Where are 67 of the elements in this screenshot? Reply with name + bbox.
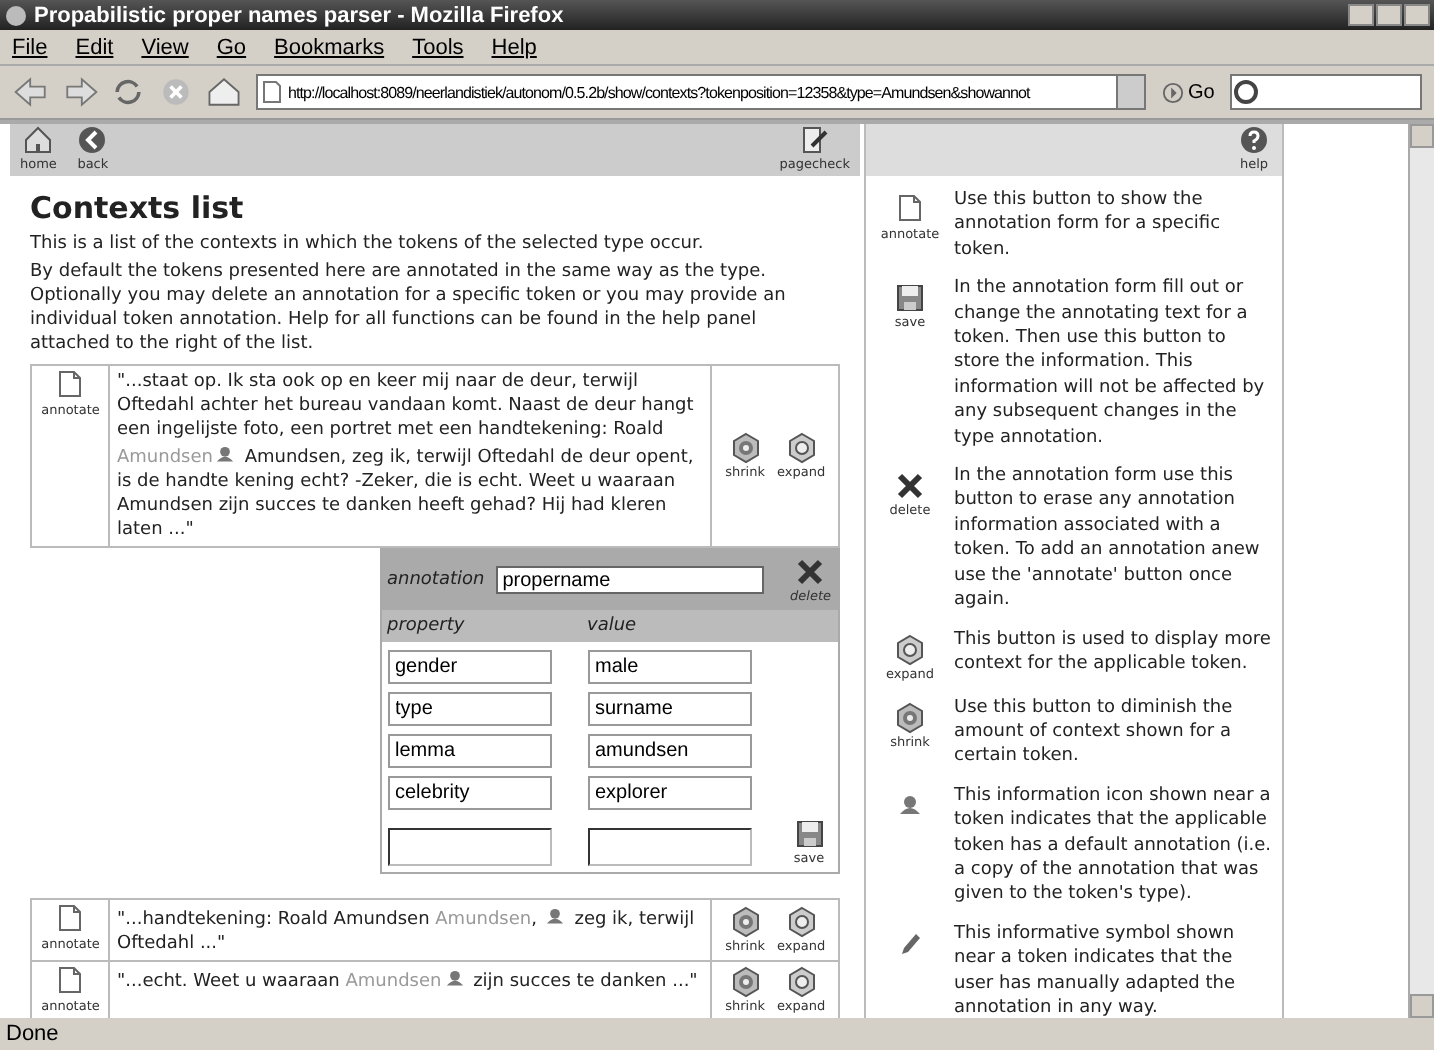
page-icon [54,966,87,998]
page-icon [262,80,282,104]
property-field[interactable]: type [387,692,551,726]
page-check-icon [798,124,831,156]
help-text: Use this button to diminish the amount of context shown for a certain token. [954,695,1235,770]
url-text: http://localhost:8089/neerlandistiek/autonom/0.5.2b/show/contexts?tokenposition=12358&type=Amundsen&showannot [288,83,1033,101]
search-engine-icon [1232,78,1261,106]
context-text: "...echt. Weet u waaraan Amundsen zijn succes te danken ..." [116,972,698,992]
scrollbar[interactable] [1408,124,1434,1018]
property-field[interactable] [387,828,551,866]
menu-item[interactable]: File [12,35,48,59]
browser-logo-icon [4,3,28,27]
menu-item[interactable]: Tools [412,35,464,59]
menu-item[interactable]: View [141,35,189,59]
intro-paragraph: By default the tokens presented here are annotated in the same way as the type. Optionally you may delete an annotation for a specific token or you may provide an individual token annotation. Help for all functions can be found in the help panel attached to the right of the list. [30,260,788,356]
cross-icon [794,556,827,588]
menu-item[interactable]: Edit [75,35,114,59]
hexagon-icon [785,906,818,938]
help-text: In the annotation form fill out or change the annotating text for a token. Then use this button to store the information. This information will not be affected by any subsequent changes in the type annotation. [954,276,1267,451]
context-text: "...staat op. Ik sta ook op en keer mij naar de deur, terwijl Oftedahl achter het bureau vandaan komt. Naast de deur hangt een ingelijste foto, een portret met een handtekening: Roald Amundsen Amundsen, zeg ik, terwijl Oftedahl de deur opent, is de handte kening echt? -Zeker, die is echt. Weet u waaraan Amundsen zijn succes te danken heeft gehad? Hij had kleren laten ..." [116,372,694,540]
property-field[interactable]: celebrity [387,776,551,810]
value-field[interactable]: amundsen [587,734,751,768]
column-header: value [587,614,639,638]
value-field[interactable]: male [587,650,751,684]
dropdown-button[interactable] [1116,76,1144,108]
column-header: property [387,614,467,638]
value-field[interactable]: explorer [587,776,751,810]
status-text: Done [6,1022,59,1046]
page-icon [54,904,87,936]
address-field[interactable]: http://localhost:8089/neerlandistiek/autonom/0.5.2b/show/contexts?tokenposition=12358&type=Amundsen&showannot [256,74,1146,110]
help-text: This informative symbol shown near a token indicates that the user has manually adapted the annotation in any way. [954,921,1238,1018]
go-button[interactable]: Go [1154,81,1223,103]
gear-icon [729,432,762,464]
gear-icon [729,966,762,998]
page-icon [894,194,926,226]
help-text: In the annotation form use this button to erase any annotation information associated with a token. To add an annotation anew use the 'annotate' button once again. [954,464,1262,613]
hexagon-icon [894,633,926,665]
help-text: Use this button to show the annotation form for a specific token. [954,188,1223,263]
page-heading: Contexts list [30,196,246,220]
forward-arrow-icon[interactable] [60,72,100,112]
hexagon-icon [785,966,818,998]
window-title: Propabilistic proper names parser - Mozilla Firefox [34,3,566,27]
search-field[interactable] [1230,74,1423,110]
value-field[interactable] [587,828,751,866]
menu-item[interactable]: Go [216,35,247,59]
context-text: "...handtekening: Roald Amundsen Amundsen, zeg ik, terwijl Oftedahl ..." [116,910,695,954]
hexagon-icon [785,432,818,464]
help-text: This information icon shown near a token indicates that the applicable token has a default annotation (i.e. a copy of the annotation that was given to the token's type). [954,783,1274,908]
house-icon[interactable] [204,72,244,112]
gear-icon [729,906,762,938]
page-icon [54,370,87,402]
back-arrow-icon[interactable] [12,72,52,112]
menu-item[interactable]: Help [491,35,537,59]
annotation-field[interactable]: propername [496,566,765,594]
house-icon [22,124,55,156]
cross-icon [893,470,926,503]
maximize-button[interactable] [1376,4,1402,26]
gear-icon [894,701,926,733]
property-field[interactable]: lemma [387,734,551,768]
intro-paragraph: This is a list of the contexts in which the tokens of the selected type occur. [30,232,706,256]
close-button[interactable] [1404,4,1430,26]
menu-item[interactable]: Bookmarks [274,35,385,59]
annotation-label: annotation [387,568,485,592]
help-text: This button is used to display more context for the applicable token. [954,627,1273,678]
value-field[interactable]: surname [587,692,751,726]
minimize-button[interactable] [1348,4,1374,26]
property-field[interactable]: gender [387,650,551,684]
